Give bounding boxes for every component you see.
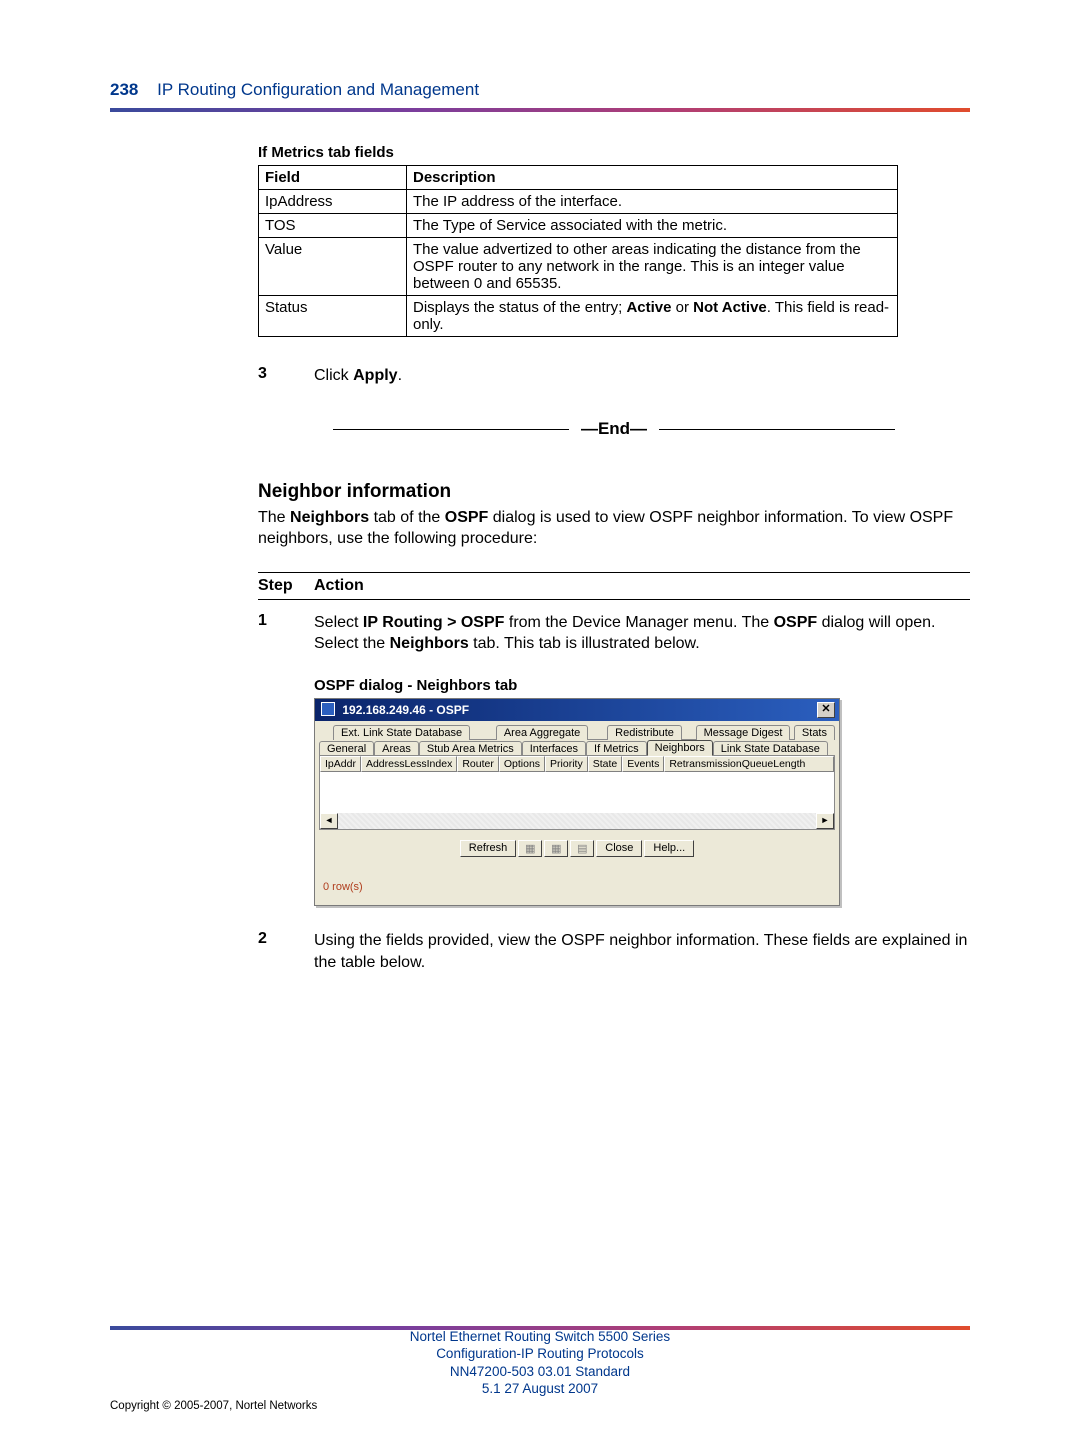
col-addresslessindex[interactable]: AddressLessIndex bbox=[361, 756, 457, 772]
footer-line-2: Configuration-IP Routing Protocols bbox=[110, 1345, 970, 1363]
footer-line-1: Nortel Ethernet Routing Switch 5500 Seri… bbox=[110, 1328, 970, 1346]
tab-ext-linkstate[interactable]: Ext. Link State Database bbox=[333, 725, 470, 740]
tab-stats[interactable]: Stats bbox=[794, 725, 835, 740]
col-retransq[interactable]: RetransmissionQueueLength bbox=[664, 756, 834, 772]
scroll-track[interactable] bbox=[338, 813, 816, 829]
page: 238 IP Routing Configuration and Managem… bbox=[0, 0, 1080, 1440]
cell-field: TOS bbox=[259, 214, 407, 238]
footer-line-4: 5.1 27 August 2007 bbox=[110, 1380, 970, 1398]
col-events[interactable]: Events bbox=[622, 756, 664, 772]
step-3: 3 Click Apply. bbox=[258, 365, 970, 387]
fields-table: Field Description IpAddress The IP addre… bbox=[258, 165, 898, 337]
tab-neighbors[interactable]: Neighbors bbox=[647, 740, 713, 756]
col-priority[interactable]: Priority bbox=[545, 756, 588, 772]
steps-header: Step Action bbox=[258, 572, 970, 600]
close-icon[interactable]: ✕ bbox=[817, 702, 835, 718]
col-state[interactable]: State bbox=[588, 756, 623, 772]
table-row: Value The value advertized to other area… bbox=[259, 238, 898, 296]
step-1: 1 Select IP Routing > OSPF from the Devi… bbox=[258, 612, 970, 655]
tab-interfaces[interactable]: Interfaces bbox=[522, 741, 586, 756]
tab-redistribute[interactable]: Redistribute bbox=[607, 725, 682, 740]
col-ipaddr[interactable]: IpAddr bbox=[320, 756, 361, 772]
cell-desc: The Type of Service associated with the … bbox=[407, 214, 898, 238]
scroll-left-icon[interactable]: ◄ bbox=[320, 813, 338, 829]
running-head: 238 IP Routing Configuration and Managem… bbox=[110, 80, 970, 100]
help-button[interactable]: Help... bbox=[644, 840, 694, 857]
step-number: 1 bbox=[258, 612, 314, 655]
end-separator: —End— bbox=[258, 419, 970, 439]
table-row: Status Displays the status of the entry;… bbox=[259, 296, 898, 337]
close-button[interactable]: Close bbox=[596, 840, 642, 857]
page-number: 238 bbox=[110, 80, 138, 100]
tab-area-aggregate[interactable]: Area Aggregate bbox=[496, 725, 588, 740]
row-count: 0 row(s) bbox=[319, 863, 835, 901]
horizontal-scrollbar[interactable]: ◄ ► bbox=[320, 813, 834, 829]
col-router[interactable]: Router bbox=[457, 756, 499, 772]
end-label: —End— bbox=[573, 419, 655, 439]
refresh-button[interactable]: Refresh bbox=[460, 840, 517, 857]
copyright: Copyright © 2005-2007, Nortel Networks bbox=[110, 1400, 317, 1412]
step-number: 3 bbox=[258, 365, 314, 387]
grid-body[interactable] bbox=[320, 772, 834, 813]
step-text: Using the fields provided, view the OSPF… bbox=[314, 930, 970, 973]
dialog-titlebar[interactable]: 192.168.249.46 - OSPF ✕ bbox=[315, 699, 839, 721]
scroll-right-icon[interactable]: ► bbox=[816, 813, 834, 829]
footer-line-3: NN47200-503 03.01 Standard bbox=[110, 1363, 970, 1381]
table-row: IpAddress The IP address of the interfac… bbox=[259, 190, 898, 214]
chapter-title: IP Routing Configuration and Management bbox=[157, 80, 479, 99]
th-desc: Description bbox=[407, 166, 898, 190]
dialog-body: Ext. Link State Database Area Aggregate … bbox=[315, 721, 839, 905]
tabs-row-bottom: General Areas Stub Area Metrics Interfac… bbox=[319, 740, 835, 756]
header-rule bbox=[110, 108, 970, 112]
cell-desc: The IP address of the interface. bbox=[407, 190, 898, 214]
ospf-dialog: 192.168.249.46 - OSPF ✕ Ext. Link State … bbox=[314, 698, 840, 906]
section-paragraph: The Neighbors tab of the OSPF dialog is … bbox=[258, 507, 970, 550]
col-options[interactable]: Options bbox=[499, 756, 545, 772]
toolbar-icon-3[interactable]: ▤ bbox=[570, 840, 594, 857]
cell-desc: Displays the status of the entry; Active… bbox=[407, 296, 898, 337]
table-title: If Metrics tab fields bbox=[258, 144, 970, 161]
tab-link-state-db[interactable]: Link State Database bbox=[713, 741, 828, 756]
tab-panel: IpAddr AddressLessIndex Router Options P… bbox=[319, 755, 835, 830]
cell-field: IpAddress bbox=[259, 190, 407, 214]
step-text: Click Apply. bbox=[314, 365, 970, 387]
tab-areas[interactable]: Areas bbox=[374, 741, 419, 756]
tab-stub-area-metrics[interactable]: Stub Area Metrics bbox=[419, 741, 522, 756]
dialog-caption: OSPF dialog - Neighbors tab bbox=[314, 677, 970, 694]
section-heading: Neighbor information bbox=[258, 481, 970, 503]
tabs-row-top: Ext. Link State Database Area Aggregate … bbox=[333, 725, 835, 740]
tab-general[interactable]: General bbox=[319, 741, 374, 756]
app-icon bbox=[321, 702, 335, 716]
footer-block: Nortel Ethernet Routing Switch 5500 Seri… bbox=[110, 1328, 970, 1398]
tab-message-digest[interactable]: Message Digest bbox=[696, 725, 791, 740]
step-2: 2 Using the fields provided, view the OS… bbox=[258, 930, 970, 973]
dialog-title: 192.168.249.46 - OSPF bbox=[321, 702, 469, 717]
toolbar-icon-2[interactable]: ▦ bbox=[544, 840, 568, 857]
cell-desc: The value advertized to other areas indi… bbox=[407, 238, 898, 296]
step-text: Select IP Routing > OSPF from the Device… bbox=[314, 612, 970, 655]
table-row: TOS The Type of Service associated with … bbox=[259, 214, 898, 238]
dialog-button-row: Refresh ▦ ▦ ▤ Close Help... bbox=[319, 830, 835, 863]
steps-header-action: Action bbox=[314, 577, 364, 595]
cell-field: Status bbox=[259, 296, 407, 337]
step-number: 2 bbox=[258, 930, 314, 973]
steps-header-step: Step bbox=[258, 577, 314, 595]
cell-field: Value bbox=[259, 238, 407, 296]
grid-column-headers: IpAddr AddressLessIndex Router Options P… bbox=[320, 756, 834, 772]
toolbar-icon-1[interactable]: ▦ bbox=[518, 840, 542, 857]
th-field: Field bbox=[259, 166, 407, 190]
main-content: If Metrics tab fields Field Description … bbox=[258, 144, 970, 973]
tab-if-metrics[interactable]: If Metrics bbox=[586, 741, 647, 756]
